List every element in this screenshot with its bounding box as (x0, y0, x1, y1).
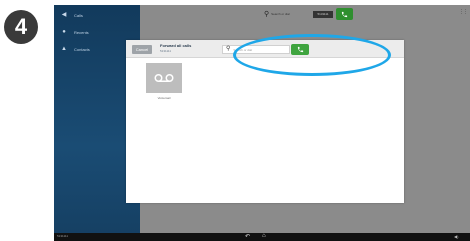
sidebar-item-label: Contacts (74, 46, 90, 52)
sidebar-item-calls[interactable]: ◀ Calls (54, 8, 140, 22)
phone-icon (341, 11, 348, 17)
recents-icon: ● (62, 29, 66, 35)
sidebar-item-label: Recents (74, 29, 89, 35)
voicemail-label: Voicemail (157, 96, 171, 100)
bottom-status-text: 5131111 (57, 234, 69, 238)
volume-icon[interactable]: ◀) (454, 234, 458, 239)
contacts-icon: ▲ (61, 46, 67, 52)
search-icon: ⚲ (226, 46, 231, 52)
bottom-bar: 5131111 ↶ ⌂ ◀) (54, 233, 470, 241)
voicemail-tile-box (146, 63, 182, 93)
topbar-search[interactable]: ⚲ Search or dial (264, 10, 290, 18)
search-icon: ⚲ (264, 11, 270, 18)
step-number-badge: 4 (4, 10, 38, 44)
device-screen: ◀ Calls ● Recents ▲ Contacts ⚲ Search or… (54, 5, 470, 241)
home-icon[interactable]: ⌂ (262, 233, 266, 239)
topbar-number-field[interactable]: 5131111 (313, 11, 333, 18)
cancel-button[interactable]: Cancel (132, 45, 152, 54)
voicemail-icon (154, 74, 174, 82)
dialog-title: Forward all calls (160, 43, 192, 48)
back-arrow-icon: ◀ (61, 12, 67, 18)
topbar-call-button[interactable] (336, 8, 353, 20)
search-highlight-circle (233, 34, 391, 76)
back-icon[interactable]: ↶ (245, 233, 250, 240)
sidebar-item-label: Calls (74, 12, 83, 18)
topbar-search-label: Search or dial (271, 12, 290, 16)
sidebar-item-recents[interactable]: ● Recents (54, 25, 140, 39)
dialog-subtitle: 5131111 (160, 49, 172, 53)
voicemail-tile[interactable]: Voicemail (146, 63, 182, 103)
more-options-icon[interactable]: ⋮⋮ (459, 9, 468, 15)
